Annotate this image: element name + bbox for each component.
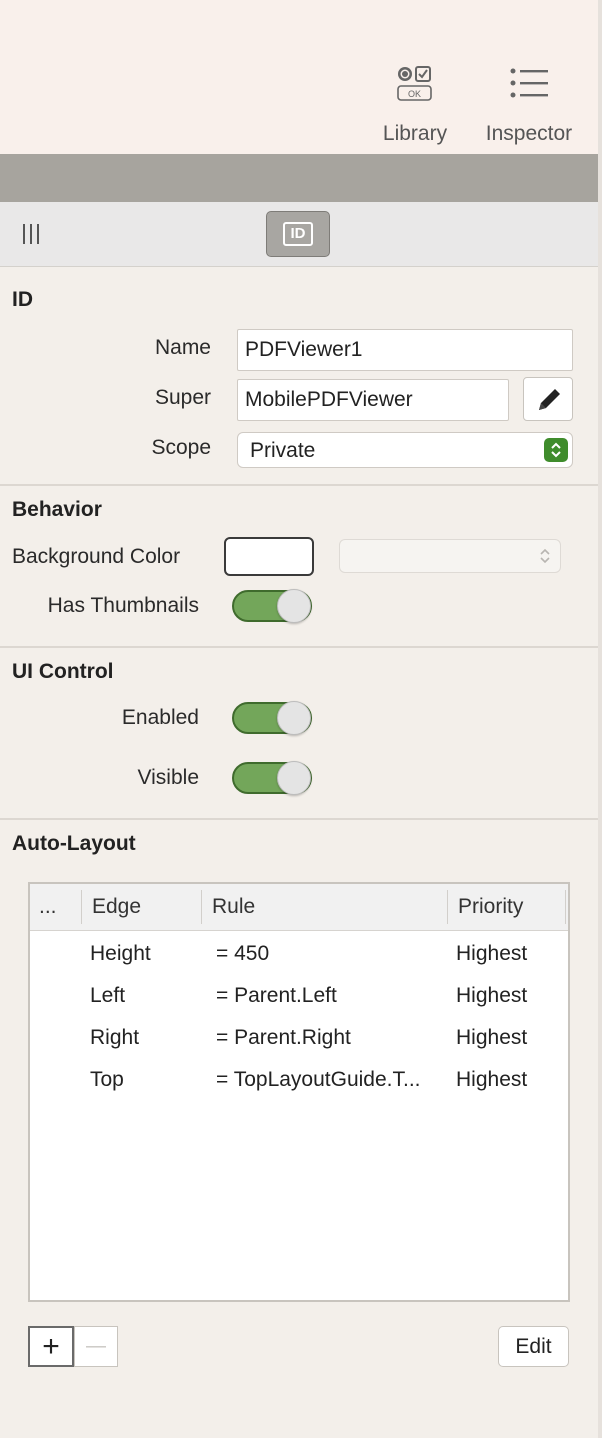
column-header-priority[interactable]: Priority [458,884,523,930]
background-color-label: Background Color [12,545,181,568]
name-label: Name [154,336,211,359]
inspector-button[interactable]: Inspector [478,62,580,157]
super-field[interactable]: MobilePDFViewer [237,379,509,421]
remove-constraint-button[interactable]: — [74,1326,118,1367]
auto-layout-section-title: Auto-Layout [12,832,136,855]
library-icon: OK [397,66,432,101]
has-thumbnails-toggle[interactable] [232,589,312,623]
add-constraint-button[interactable]: + [28,1326,74,1367]
tab-id[interactable]: ID [266,211,330,257]
row-priority: Highest [456,984,528,1007]
header-strip [0,154,598,202]
has-thumbnails-label: Has Thumbnails [47,594,199,617]
constraints-table[interactable]: ... Edge Rule Priority Height = 450 High… [28,882,570,1302]
toggle-knob [277,761,311,795]
row-edge: Right [90,1026,140,1049]
toggle-knob [277,589,311,623]
scope-select[interactable]: Private [237,432,573,468]
scope-label: Scope [151,436,211,459]
column-divider [447,890,448,924]
library-label: Library [382,122,448,145]
id-tab-text: ID [290,225,306,242]
row-edge: Height [90,942,151,965]
column-divider [81,890,82,924]
behavior-section-title: Behavior [12,498,102,521]
enabled-label: Enabled [121,706,199,729]
row-priority: Highest [456,1068,528,1091]
table-row[interactable]: Top = TopLayoutGuide.T... Highest [30,1058,568,1100]
library-button[interactable]: OK Library [378,62,452,157]
column-header-rule[interactable]: Rule [212,884,255,930]
visible-label: Visible [137,766,199,789]
scope-value: Private [250,439,316,462]
grip-icon[interactable] [22,224,40,244]
row-rule: = Parent.Right [216,1026,351,1049]
ui-control-section-title: UI Control [12,660,114,683]
table-header: ... Edge Rule Priority [30,884,568,931]
chevron-updown-icon [544,438,568,462]
row-priority: Highest [456,1026,528,1049]
row-rule: = 450 [216,942,270,965]
column-header-edge[interactable]: Edge [92,884,141,930]
window-edge [598,0,602,1438]
id-section-title: ID [12,288,33,311]
row-rule: = Parent.Left [216,984,337,1007]
section-divider [0,484,598,486]
edit-button[interactable]: Edit [498,1326,569,1367]
toggle-knob [277,701,311,735]
name-field[interactable]: PDFViewer1 [237,329,573,371]
minus-icon: — [86,1335,106,1357]
id-tab-icon: ID [283,222,313,246]
background-color-select[interactable] [339,539,561,573]
enabled-toggle[interactable] [232,701,312,735]
row-edge: Left [90,984,126,1007]
row-priority: Highest [456,942,528,965]
chevron-updown-icon [540,548,550,564]
row-rule: = TopLayoutGuide.T... [216,1068,421,1091]
svg-text:OK: OK [408,89,421,99]
column-header-more[interactable]: ... [39,884,57,930]
plus-icon: + [42,1330,60,1363]
pencil-icon [539,389,560,410]
inspector-label: Inspector [485,122,573,145]
row-edge: Top [90,1068,124,1091]
column-divider [565,890,566,924]
background-color-swatch[interactable] [224,537,314,576]
column-divider [201,890,202,924]
section-divider [0,646,598,648]
table-row[interactable]: Left = Parent.Left Highest [30,974,568,1016]
visible-toggle[interactable] [232,761,312,795]
super-label: Super [154,386,211,409]
table-row[interactable]: Right = Parent.Right Highest [30,1016,568,1058]
section-divider [0,818,598,820]
table-row[interactable]: Height = 450 Highest [30,932,568,974]
edit-super-button[interactable] [523,377,573,421]
list-icon [510,68,548,98]
